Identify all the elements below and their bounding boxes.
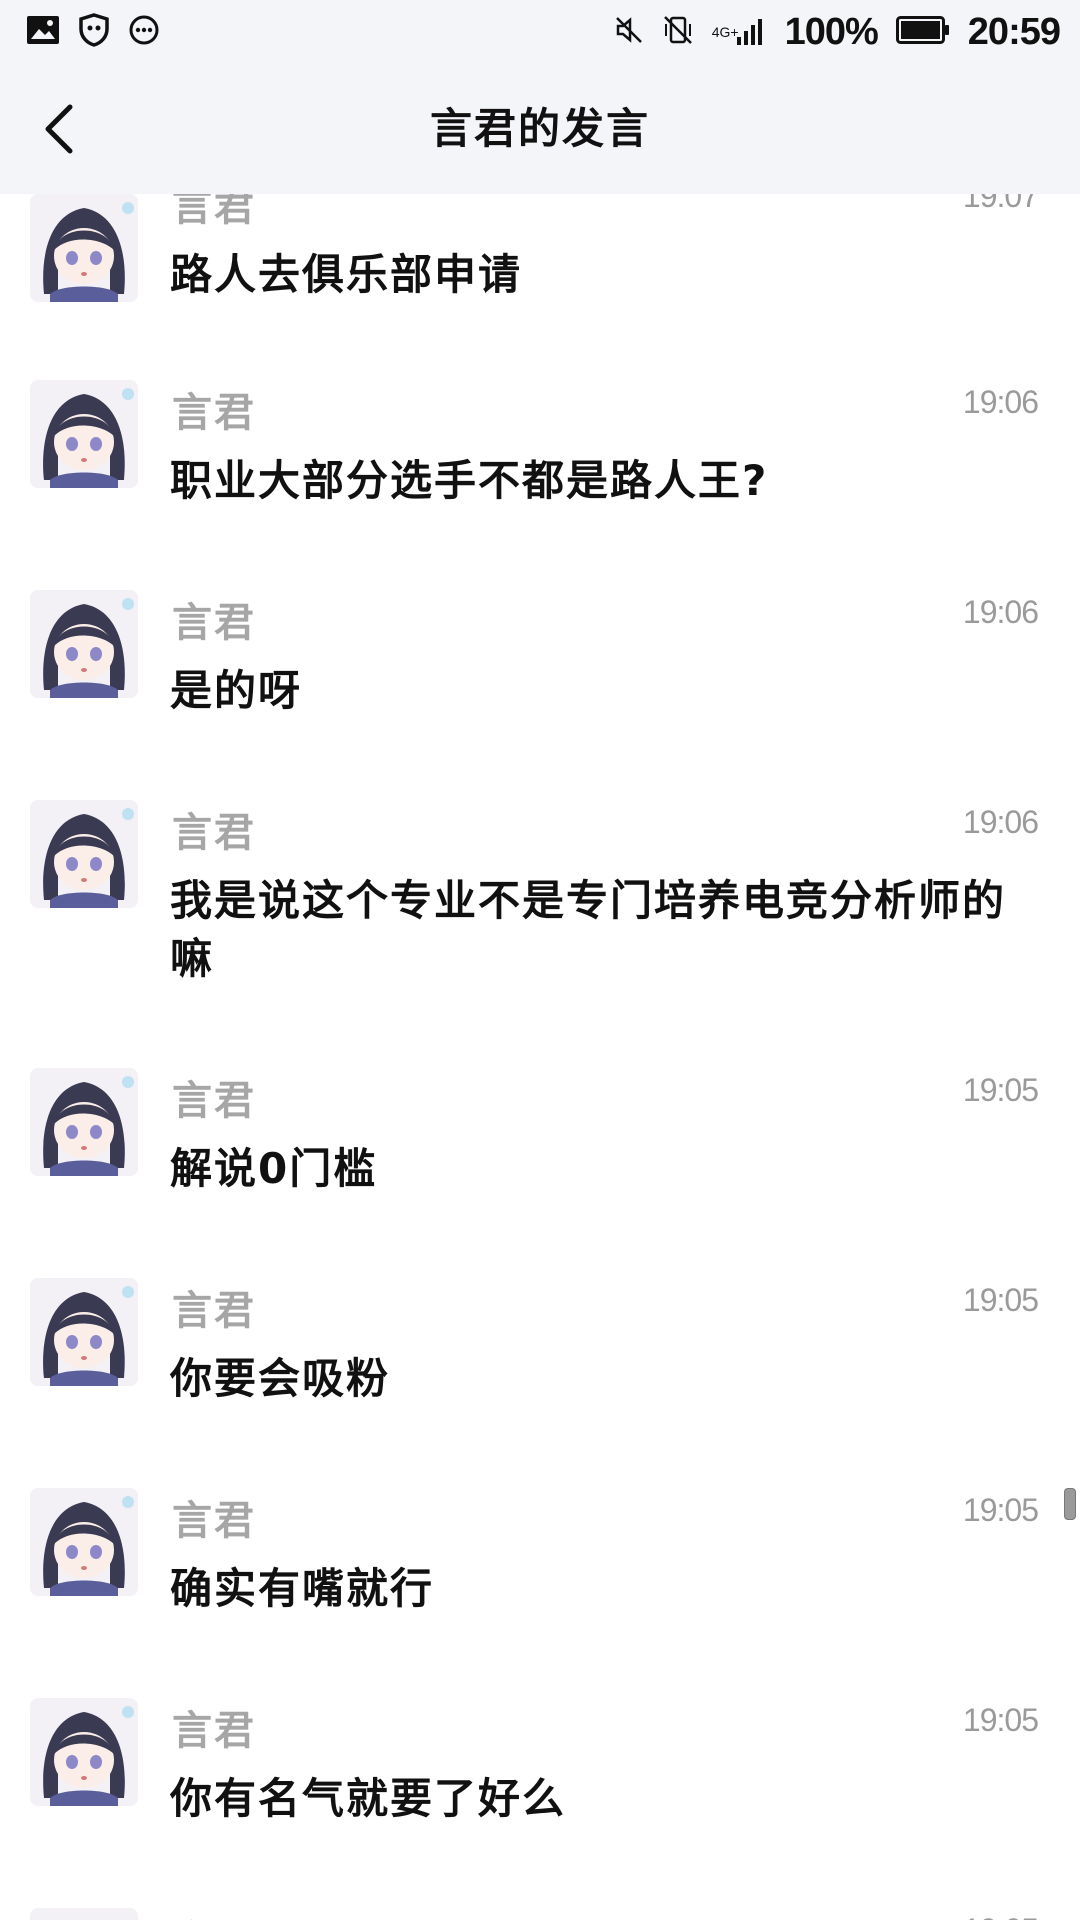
title-bar: 言君的发言 bbox=[0, 64, 1080, 194]
message-time: 19:05 bbox=[962, 1492, 1039, 1528]
message-time: 19:06 bbox=[962, 804, 1039, 840]
image-icon bbox=[26, 15, 60, 49]
vibrate-off-icon bbox=[662, 14, 694, 50]
message-list[interactable]: 言君 19:07 路人去俱乐部申请 言君 19:06 职业大部分选手不都是路人王… bbox=[0, 194, 1080, 1920]
avatar[interactable] bbox=[30, 380, 138, 488]
sender-name: 言君 bbox=[172, 390, 256, 436]
avatar-image bbox=[30, 1698, 138, 1806]
avatar[interactable] bbox=[30, 1488, 138, 1596]
sender-name: 言君 bbox=[172, 1908, 256, 1920]
message-text: 确实有嘴就行 bbox=[170, 1564, 435, 1613]
message-text: 是的呀 bbox=[170, 666, 303, 715]
message-text: 解说0门槛 bbox=[170, 1144, 378, 1193]
clock: 20:59 bbox=[967, 10, 1061, 53]
avatar-image bbox=[30, 380, 138, 488]
message-time: 19:05 bbox=[963, 1912, 1039, 1920]
message-text: 你有名气就要了好么 bbox=[170, 1774, 567, 1823]
message-text: 路人去俱乐部申请 bbox=[170, 250, 523, 299]
avatar-image bbox=[30, 1068, 138, 1176]
avatar[interactable] bbox=[30, 194, 138, 302]
avatar[interactable] bbox=[30, 800, 138, 908]
avatar-image bbox=[30, 800, 138, 908]
sender-name: 言君 bbox=[172, 1708, 256, 1754]
mute-icon bbox=[614, 15, 644, 49]
status-bar: 4G+ 100% 20:59 bbox=[0, 0, 1080, 64]
avatar[interactable] bbox=[30, 590, 138, 698]
sender-name: 言君 bbox=[172, 810, 256, 856]
message-text: 你要会吸粉 bbox=[170, 1354, 391, 1403]
message-text: 职业大部分选手不都是路人王? bbox=[170, 456, 769, 505]
message-time: 19:05 bbox=[962, 1072, 1039, 1108]
page-title: 言君的发言 bbox=[429, 104, 650, 153]
status-bar-left bbox=[26, 13, 160, 51]
avatar-image bbox=[30, 1908, 138, 1920]
message-time: 19:06 bbox=[962, 594, 1039, 630]
sender-name: 言君 bbox=[172, 600, 256, 646]
sender-name: 言君 bbox=[172, 1288, 256, 1334]
avatar[interactable] bbox=[30, 1278, 138, 1386]
avatar-image bbox=[30, 194, 138, 302]
avatar-image bbox=[30, 590, 138, 698]
chat-bubble-icon bbox=[128, 14, 160, 50]
message-time: 19:05 bbox=[962, 1282, 1039, 1318]
sender-name: 言君 bbox=[172, 1078, 256, 1124]
message-time: 19:07 bbox=[962, 194, 1039, 214]
avatar[interactable] bbox=[30, 1908, 138, 1920]
sender-name: 言君 bbox=[172, 194, 256, 230]
message-text: 我是说这个专业不是专门培养电竞分析师的嘛 bbox=[170, 876, 1007, 983]
scrollbar-thumb[interactable] bbox=[1064, 1488, 1076, 1520]
avatar-image bbox=[30, 1488, 138, 1596]
avatar[interactable] bbox=[30, 1698, 138, 1806]
battery-percent: 100% bbox=[784, 10, 879, 53]
sender-name: 言君 bbox=[172, 1498, 256, 1544]
shield-icon bbox=[78, 13, 110, 51]
message-time: 19:06 bbox=[962, 384, 1039, 420]
avatar[interactable] bbox=[30, 1068, 138, 1176]
battery-icon bbox=[895, 16, 950, 48]
status-bar-right: 4G+ 100% 20:59 bbox=[614, 10, 1061, 54]
message-time: 19:05 bbox=[962, 1702, 1039, 1738]
signal-icon: 4G+ bbox=[712, 17, 767, 47]
avatar-image bbox=[30, 1278, 138, 1386]
